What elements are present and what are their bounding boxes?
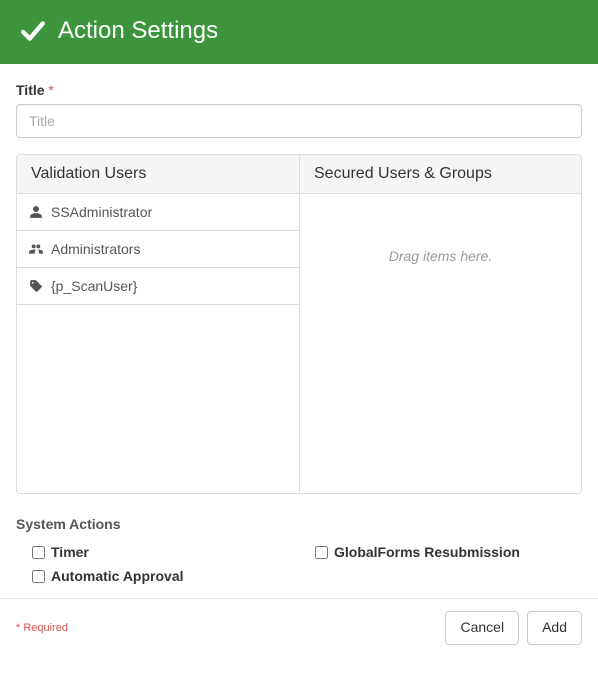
system-action-item: GlobalForms Resubmission [299,540,582,564]
users-icon [29,242,43,256]
system-action-label[interactable]: GlobalForms Resubmission [334,544,520,560]
tag-icon [29,279,43,293]
modal-title: Action Settings [58,19,218,43]
secured-users-column: Secured Users & Groups Drag items here. [299,155,581,493]
user-lists: Validation Users SSAdministrator Administ… [16,154,582,494]
list-item-label: SSAdministrator [51,204,152,220]
required-star: * [48,82,53,98]
system-actions-grid: Timer GlobalForms Resubmission Automatic A… [16,540,582,588]
drop-placeholder: Drag items here. [300,248,581,264]
title-input[interactable] [16,104,582,138]
modal-footer: * Required Cancel Add [0,598,598,659]
user-icon [29,205,43,219]
validation-users-column: Validation Users SSAdministrator Administ… [17,155,299,493]
title-label: Title * [16,82,582,98]
action-settings-modal: Action Settings Title * Validation Users… [0,0,598,659]
list-item-label: Administrators [51,241,140,257]
validation-users-list[interactable]: SSAdministrator Administrators {p_ScanUser… [17,194,299,493]
system-action-checkbox[interactable] [32,546,45,559]
cancel-button[interactable]: Cancel [445,611,519,645]
modal-header: Action Settings [0,0,598,64]
list-item[interactable]: {p_ScanUser} [17,268,299,305]
system-action-item: Timer [16,540,299,564]
system-actions-section: System Actions Timer GlobalForms Resubmis… [16,516,582,588]
check-icon [20,18,46,44]
system-action-item: Automatic Approval [16,564,299,588]
list-item[interactable]: Administrators [17,231,299,268]
secured-users-header: Secured Users & Groups [300,155,581,194]
secured-users-list[interactable]: Drag items here. [300,194,581,493]
system-action-checkbox[interactable] [315,546,328,559]
list-item-label: {p_ScanUser} [51,278,137,294]
list-item[interactable]: SSAdministrator [17,194,299,231]
system-action-label[interactable]: Automatic Approval [51,568,184,584]
validation-users-header: Validation Users [17,155,299,194]
system-actions-title: System Actions [16,516,582,532]
system-action-label[interactable]: Timer [51,544,89,560]
system-action-checkbox[interactable] [32,570,45,583]
modal-body: Title * Validation Users SSAdministrator… [0,64,598,598]
add-button[interactable]: Add [527,611,582,645]
required-note: * Required [16,622,68,634]
